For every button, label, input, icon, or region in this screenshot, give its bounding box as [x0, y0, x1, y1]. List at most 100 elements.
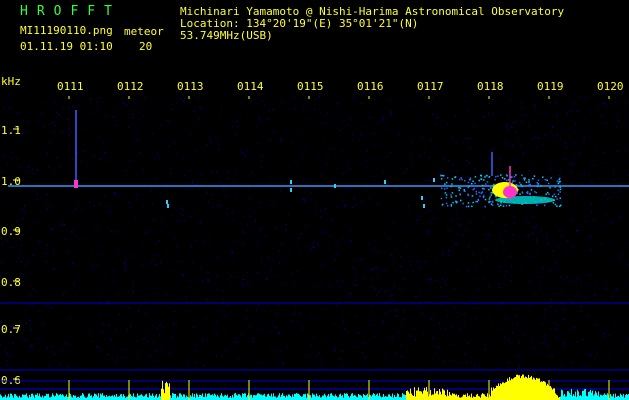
noise-speck [33, 173, 35, 175]
noise-speck [278, 262, 280, 264]
noise-speck [618, 314, 620, 316]
noise-speck [348, 297, 350, 299]
noise-speck [372, 133, 374, 135]
noise-speck [240, 149, 242, 151]
amplitude-bar [567, 391, 568, 400]
noise-speck [176, 246, 178, 247]
noise-speck [47, 244, 49, 246]
amplitude-bar [251, 394, 252, 400]
noise-speck [333, 123, 335, 125]
noise-speck [392, 300, 394, 301]
noise-speck [559, 169, 561, 171]
amplitude-bar [531, 375, 532, 400]
noise-speck [313, 247, 315, 249]
noise-speck [16, 159, 18, 161]
noise-speck [329, 235, 331, 237]
noise-speck [342, 200, 344, 202]
noise-speck [264, 105, 266, 106]
noise-speck [160, 261, 162, 263]
amplitude-bar [168, 386, 169, 400]
noise-speck [587, 353, 589, 355]
noise-speck [354, 346, 356, 348]
amplitude-bar [146, 393, 147, 400]
noise-speck [53, 131, 55, 133]
noise-speck [299, 249, 301, 251]
noise-speck [21, 261, 23, 262]
noise-speck [247, 282, 249, 284]
noise-speck [393, 221, 395, 223]
noise-speck [368, 197, 370, 199]
noise-speck [48, 141, 50, 143]
time-tick-label: 0117 [417, 80, 444, 93]
amplitude-bar [122, 396, 123, 400]
noise-speck [51, 346, 53, 348]
noise-speck [366, 150, 368, 152]
noise-speck [148, 274, 150, 276]
noise-speck [32, 287, 34, 289]
meteor-speck [489, 196, 491, 198]
meteor-speck [486, 174, 488, 177]
meteor-speck [559, 186, 561, 188]
meteor-speck [557, 182, 560, 185]
amplitude-bar [106, 395, 107, 400]
noise-speck [555, 311, 557, 313]
noise-speck [353, 285, 355, 286]
amplitude-bar [173, 393, 174, 400]
amplitude-bar [55, 395, 56, 400]
signal-spike-core [74, 180, 78, 188]
noise-speck [516, 354, 518, 356]
meteor-speck [521, 185, 523, 188]
amplitude-bar [234, 393, 235, 400]
meteor-speck [484, 205, 486, 208]
noise-speck [73, 106, 74, 108]
amplitude-bar [497, 386, 498, 400]
amplitude-bar [268, 393, 269, 400]
noise-speck [314, 108, 315, 110]
noise-speck [297, 271, 299, 272]
noise-speck [599, 329, 601, 331]
noise-speck [489, 102, 490, 104]
noise-speck [451, 164, 453, 166]
amplitude-bar [282, 393, 283, 400]
noise-speck [449, 230, 451, 232]
amplitude-bar [307, 393, 308, 400]
amplitude-bar [533, 377, 534, 400]
meteor-speck [451, 192, 454, 194]
amplitude-bar [431, 395, 432, 400]
noise-speck [588, 135, 590, 137]
noise-speck [436, 123, 438, 125]
noise-speck [298, 245, 299, 247]
amplitude-bar [375, 395, 376, 400]
noise-speck [582, 339, 584, 341]
meteor-speck [523, 179, 526, 181]
noise-speck [217, 256, 219, 258]
noise-speck [51, 307, 52, 309]
noise-speck [210, 141, 212, 143]
amplitude-bar [243, 394, 244, 400]
noise-speck [580, 310, 582, 312]
noise-speck [534, 227, 536, 229]
noise-speck [11, 326, 12, 327]
noise-speck [258, 241, 260, 243]
noise-speck [258, 303, 260, 305]
noise-speck [511, 145, 513, 147]
noise-speck [69, 344, 71, 346]
meteor-speck [483, 179, 485, 181]
amplitude-bar [209, 393, 210, 400]
noise-speck [373, 319, 375, 321]
noise-speck [550, 299, 552, 301]
amplitude-bar [536, 377, 537, 400]
meteor-speck [475, 200, 477, 203]
noise-speck [195, 184, 197, 185]
amplitude-bar [35, 394, 36, 400]
noise-speck [144, 97, 146, 99]
noise-speck [207, 271, 209, 273]
noise-speck [91, 266, 93, 268]
noise-speck [347, 187, 349, 189]
noise-speck [337, 242, 339, 244]
noise-speck [219, 181, 221, 183]
noise-speck [96, 101, 97, 103]
noise-speck [362, 126, 364, 128]
noise-speck [275, 227, 277, 229]
noise-speck [170, 173, 172, 175]
